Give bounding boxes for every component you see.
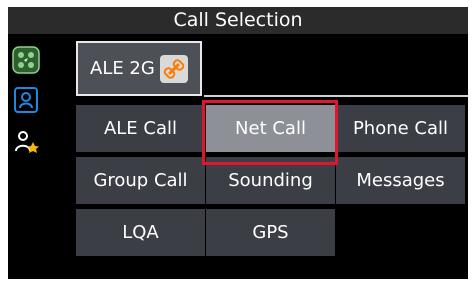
page-title: Call Selection: [8, 7, 468, 34]
call-selection-panel: Call Selection ALE 2G ALE Call Net Call …: [8, 7, 468, 279]
favorite-contact-icon: [12, 127, 40, 155]
gps-button[interactable]: GPS: [206, 209, 335, 256]
screen: Call Selection ALE 2G ALE Call Net Call …: [0, 0, 472, 281]
sidebar-item-contact[interactable]: [12, 86, 40, 114]
group-call-button[interactable]: Group Call: [76, 157, 205, 204]
phone-call-button[interactable]: Phone Call: [336, 105, 465, 152]
link-icon: [160, 55, 188, 83]
contact-card-icon: [12, 86, 40, 114]
sidebar: [8, 34, 72, 279]
mode-chip[interactable]: ALE 2G: [76, 41, 202, 96]
messages-button[interactable]: Messages: [336, 157, 465, 204]
mode-label: ALE 2G: [90, 58, 155, 79]
ale-call-button[interactable]: ALE Call: [76, 105, 205, 152]
selection-highlight: [202, 100, 338, 165]
lqa-button[interactable]: LQA: [76, 209, 205, 256]
divider: [204, 95, 468, 97]
sidebar-item-network[interactable]: [12, 46, 40, 74]
sidebar-item-favorites[interactable]: [12, 127, 40, 155]
network-group-icon: [12, 46, 40, 74]
